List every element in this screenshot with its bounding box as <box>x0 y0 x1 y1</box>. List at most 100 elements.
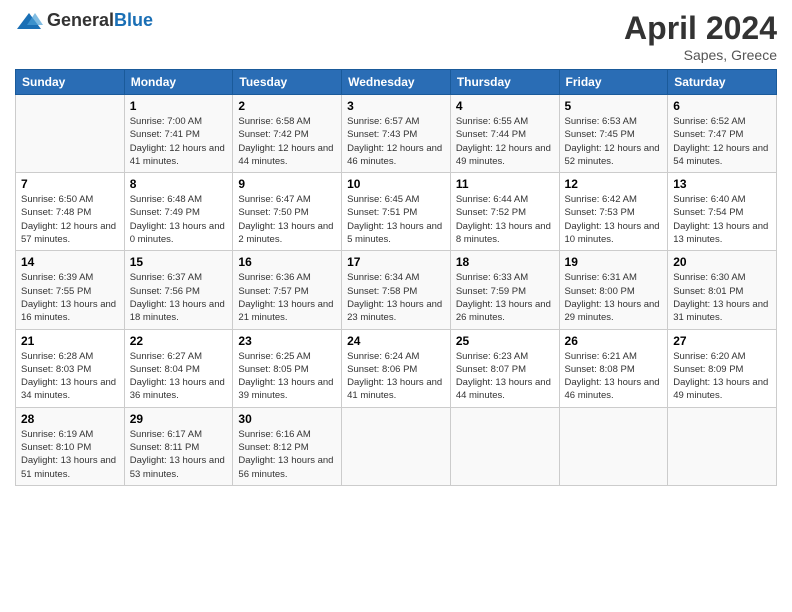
weekday-header-sunday: Sunday <box>16 70 125 95</box>
day-number: 30 <box>238 412 336 426</box>
calendar-body: 1 Sunrise: 7:00 AMSunset: 7:41 PMDaylight… <box>16 95 777 486</box>
day-number: 2 <box>238 99 336 113</box>
header: GeneralBlue April 2024 Sapes, Greece <box>15 10 777 63</box>
day-info: Sunrise: 6:47 AMSunset: 7:50 PMDaylight:… <box>238 193 336 246</box>
calendar-cell: 2 Sunrise: 6:58 AMSunset: 7:42 PMDaylight… <box>233 95 342 173</box>
calendar-cell: 13Sunrise: 6:40 AMSunset: 7:54 PMDayligh… <box>668 173 777 251</box>
day-info: Sunrise: 6:39 AMSunset: 7:55 PMDaylight:… <box>21 271 119 324</box>
weekday-header-tuesday: Tuesday <box>233 70 342 95</box>
day-number: 21 <box>21 334 119 348</box>
day-info: Sunrise: 6:36 AMSunset: 7:57 PMDaylight:… <box>238 271 336 324</box>
weekday-header-monday: Monday <box>124 70 233 95</box>
weekday-header-friday: Friday <box>559 70 668 95</box>
day-number: 4 <box>456 99 554 113</box>
day-info: Sunrise: 6:23 AMSunset: 8:07 PMDaylight:… <box>456 350 554 403</box>
day-number: 13 <box>673 177 771 191</box>
weekday-header-saturday: Saturday <box>668 70 777 95</box>
day-info: Sunrise: 6:52 AMSunset: 7:47 PMDaylight:… <box>673 115 771 168</box>
calendar-cell: 7 Sunrise: 6:50 AMSunset: 7:48 PMDaylight… <box>16 173 125 251</box>
day-number: 22 <box>130 334 228 348</box>
calendar-week-1: 1 Sunrise: 7:00 AMSunset: 7:41 PMDaylight… <box>16 95 777 173</box>
day-info: Sunrise: 6:21 AMSunset: 8:08 PMDaylight:… <box>565 350 663 403</box>
day-number: 5 <box>565 99 663 113</box>
day-info: Sunrise: 6:48 AMSunset: 7:49 PMDaylight:… <box>130 193 228 246</box>
day-number: 12 <box>565 177 663 191</box>
calendar-cell <box>559 407 668 485</box>
day-info: Sunrise: 6:27 AMSunset: 8:04 PMDaylight:… <box>130 350 228 403</box>
calendar-week-3: 14 Sunrise: 6:39 AMSunset: 7:55 PMDayligh… <box>16 251 777 329</box>
day-info: Sunrise: 6:16 AMSunset: 8:12 PMDaylight:… <box>238 428 336 481</box>
calendar-cell: 18Sunrise: 6:33 AMSunset: 7:59 PMDayligh… <box>450 251 559 329</box>
day-number: 15 <box>130 255 228 269</box>
day-info: Sunrise: 6:45 AMSunset: 7:51 PMDaylight:… <box>347 193 445 246</box>
calendar-cell: 11 Sunrise: 6:44 AMSunset: 7:52 PMDayligh… <box>450 173 559 251</box>
day-number: 7 <box>21 177 119 191</box>
day-info: Sunrise: 7:00 AMSunset: 7:41 PMDaylight:… <box>130 115 228 168</box>
calendar-cell: 12 Sunrise: 6:42 AMSunset: 7:53 PMDayligh… <box>559 173 668 251</box>
calendar-table: SundayMondayTuesdayWednesdayThursdayFrid… <box>15 69 777 486</box>
day-number: 10 <box>347 177 445 191</box>
calendar-cell: 22 Sunrise: 6:27 AMSunset: 8:04 PMDayligh… <box>124 329 233 407</box>
day-number: 14 <box>21 255 119 269</box>
calendar-cell <box>450 407 559 485</box>
calendar-cell: 27Sunrise: 6:20 AMSunset: 8:09 PMDayligh… <box>668 329 777 407</box>
day-info: Sunrise: 6:57 AMSunset: 7:43 PMDaylight:… <box>347 115 445 168</box>
calendar-week-4: 21 Sunrise: 6:28 AMSunset: 8:03 PMDayligh… <box>16 329 777 407</box>
calendar-cell: 9 Sunrise: 6:47 AMSunset: 7:50 PMDaylight… <box>233 173 342 251</box>
day-number: 17 <box>347 255 445 269</box>
calendar-cell: 1 Sunrise: 7:00 AMSunset: 7:41 PMDaylight… <box>124 95 233 173</box>
calendar-cell: 3 Sunrise: 6:57 AMSunset: 7:43 PMDaylight… <box>342 95 451 173</box>
day-info: Sunrise: 6:58 AMSunset: 7:42 PMDaylight:… <box>238 115 336 168</box>
day-info: Sunrise: 6:24 AMSunset: 8:06 PMDaylight:… <box>347 350 445 403</box>
weekday-header-wednesday: Wednesday <box>342 70 451 95</box>
calendar-cell <box>342 407 451 485</box>
day-number: 9 <box>238 177 336 191</box>
day-info: Sunrise: 6:50 AMSunset: 7:48 PMDaylight:… <box>21 193 119 246</box>
day-number: 3 <box>347 99 445 113</box>
month-title: April 2024 <box>624 10 777 47</box>
day-number: 1 <box>130 99 228 113</box>
calendar-cell: 30 Sunrise: 6:16 AMSunset: 8:12 PMDayligh… <box>233 407 342 485</box>
calendar-cell: 10 Sunrise: 6:45 AMSunset: 7:51 PMDayligh… <box>342 173 451 251</box>
calendar-cell: 17 Sunrise: 6:34 AMSunset: 7:58 PMDayligh… <box>342 251 451 329</box>
day-number: 11 <box>456 177 554 191</box>
logo: GeneralBlue <box>15 10 153 31</box>
logo-general: General <box>47 10 114 30</box>
calendar-cell: 15 Sunrise: 6:37 AMSunset: 7:56 PMDayligh… <box>124 251 233 329</box>
day-info: Sunrise: 6:31 AMSunset: 8:00 PMDaylight:… <box>565 271 663 324</box>
calendar-cell: 20Sunrise: 6:30 AMSunset: 8:01 PMDayligh… <box>668 251 777 329</box>
day-info: Sunrise: 6:34 AMSunset: 7:58 PMDaylight:… <box>347 271 445 324</box>
day-info: Sunrise: 6:20 AMSunset: 8:09 PMDaylight:… <box>673 350 771 403</box>
calendar-cell: 29 Sunrise: 6:17 AMSunset: 8:11 PMDayligh… <box>124 407 233 485</box>
calendar-cell: 28Sunrise: 6:19 AMSunset: 8:10 PMDayligh… <box>16 407 125 485</box>
logo-text: GeneralBlue <box>47 10 153 31</box>
day-info: Sunrise: 6:17 AMSunset: 8:11 PMDaylight:… <box>130 428 228 481</box>
location: Sapes, Greece <box>624 47 777 63</box>
day-info: Sunrise: 6:55 AMSunset: 7:44 PMDaylight:… <box>456 115 554 168</box>
day-info: Sunrise: 6:25 AMSunset: 8:05 PMDaylight:… <box>238 350 336 403</box>
calendar-week-2: 7 Sunrise: 6:50 AMSunset: 7:48 PMDaylight… <box>16 173 777 251</box>
day-info: Sunrise: 6:19 AMSunset: 8:10 PMDaylight:… <box>21 428 119 481</box>
calendar-cell <box>668 407 777 485</box>
header-row: SundayMondayTuesdayWednesdayThursdayFrid… <box>16 70 777 95</box>
day-info: Sunrise: 6:28 AMSunset: 8:03 PMDaylight:… <box>21 350 119 403</box>
calendar-cell: 4 Sunrise: 6:55 AMSunset: 7:44 PMDaylight… <box>450 95 559 173</box>
calendar-cell: 6Sunrise: 6:52 AMSunset: 7:47 PMDaylight… <box>668 95 777 173</box>
calendar-cell: 23Sunrise: 6:25 AMSunset: 8:05 PMDayligh… <box>233 329 342 407</box>
calendar-week-5: 28Sunrise: 6:19 AMSunset: 8:10 PMDayligh… <box>16 407 777 485</box>
day-number: 26 <box>565 334 663 348</box>
day-number: 24 <box>347 334 445 348</box>
calendar-header: SundayMondayTuesdayWednesdayThursdayFrid… <box>16 70 777 95</box>
day-number: 8 <box>130 177 228 191</box>
weekday-header-thursday: Thursday <box>450 70 559 95</box>
calendar-cell: 8 Sunrise: 6:48 AMSunset: 7:49 PMDaylight… <box>124 173 233 251</box>
day-info: Sunrise: 6:44 AMSunset: 7:52 PMDaylight:… <box>456 193 554 246</box>
day-info: Sunrise: 6:42 AMSunset: 7:53 PMDaylight:… <box>565 193 663 246</box>
day-info: Sunrise: 6:37 AMSunset: 7:56 PMDaylight:… <box>130 271 228 324</box>
calendar-cell: 16Sunrise: 6:36 AMSunset: 7:57 PMDayligh… <box>233 251 342 329</box>
calendar-cell: 26 Sunrise: 6:21 AMSunset: 8:08 PMDayligh… <box>559 329 668 407</box>
calendar-cell: 21 Sunrise: 6:28 AMSunset: 8:03 PMDayligh… <box>16 329 125 407</box>
day-number: 29 <box>130 412 228 426</box>
title-area: April 2024 Sapes, Greece <box>624 10 777 63</box>
day-info: Sunrise: 6:33 AMSunset: 7:59 PMDaylight:… <box>456 271 554 324</box>
